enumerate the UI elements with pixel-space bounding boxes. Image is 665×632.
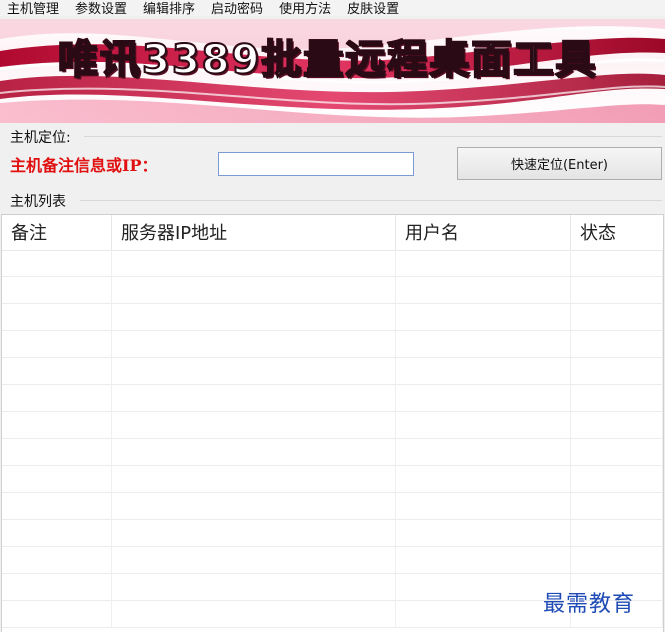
host-list-group-label: 主机列表 xyxy=(10,191,70,211)
table-cell xyxy=(2,358,112,385)
table-cell xyxy=(571,466,663,493)
table-cell xyxy=(112,439,396,466)
locate-group-label: 主机定位: xyxy=(10,127,75,147)
table-cell xyxy=(396,520,571,547)
table-row[interactable] xyxy=(2,493,663,520)
table-cell xyxy=(2,250,112,277)
table-row[interactable] xyxy=(2,250,663,277)
table-cell xyxy=(2,304,112,331)
table-cell xyxy=(112,547,396,574)
table-cell xyxy=(2,412,112,439)
table-row[interactable] xyxy=(2,439,663,466)
table-cell xyxy=(396,358,571,385)
table-cell xyxy=(571,439,663,466)
table-row[interactable] xyxy=(2,385,663,412)
table-row[interactable] xyxy=(2,358,663,385)
locate-field-label: 主机备注信息或IP： xyxy=(10,156,158,175)
table-cell xyxy=(571,250,663,277)
table-cell xyxy=(2,601,112,628)
menu-item-skin-settings[interactable]: 皮肤设置 xyxy=(339,3,407,16)
host-search-input[interactable] xyxy=(218,152,414,176)
table-cell xyxy=(2,277,112,304)
table-cell xyxy=(112,520,396,547)
table-cell xyxy=(112,466,396,493)
table-cell xyxy=(571,331,663,358)
table-cell xyxy=(396,493,571,520)
host-list-header: 备注 服务器IP地址 用户名 状态 xyxy=(2,215,663,251)
table-cell xyxy=(571,412,663,439)
table-row[interactable] xyxy=(2,520,663,547)
table-cell xyxy=(2,439,112,466)
host-list-group-divider xyxy=(80,200,662,201)
table-cell xyxy=(112,331,396,358)
table-row[interactable] xyxy=(2,412,663,439)
table-cell xyxy=(112,304,396,331)
table-row[interactable] xyxy=(2,331,663,358)
table-row[interactable] xyxy=(2,547,663,574)
table-cell xyxy=(571,304,663,331)
menu-item-host-management[interactable]: 主机管理 xyxy=(0,3,67,16)
table-cell xyxy=(112,385,396,412)
table-cell xyxy=(396,439,571,466)
locate-group-divider xyxy=(84,136,662,137)
quick-locate-button[interactable]: 快速定位(Enter) xyxy=(457,147,662,180)
column-header-username[interactable]: 用户名 xyxy=(396,215,571,250)
menu-item-usage-method[interactable]: 使用方法 xyxy=(271,3,339,16)
table-cell xyxy=(396,466,571,493)
table-cell xyxy=(571,520,663,547)
table-cell xyxy=(396,547,571,574)
table-row[interactable] xyxy=(2,466,663,493)
table-cell xyxy=(571,385,663,412)
table-cell xyxy=(396,250,571,277)
menu-item-edit-sort[interactable]: 编辑排序 xyxy=(135,3,203,16)
table-cell xyxy=(2,547,112,574)
table-row[interactable] xyxy=(2,277,663,304)
table-cell xyxy=(571,277,663,304)
banner-title: 唯讯3389批量远程桌面工具 xyxy=(57,36,598,84)
table-cell xyxy=(396,304,571,331)
table-cell xyxy=(112,412,396,439)
table-cell xyxy=(112,574,396,601)
table-cell xyxy=(2,331,112,358)
table-cell xyxy=(2,520,112,547)
table-cell xyxy=(2,493,112,520)
table-cell xyxy=(396,385,571,412)
column-header-server-ip[interactable]: 服务器IP地址 xyxy=(112,215,396,250)
column-header-status[interactable]: 状态 xyxy=(571,215,663,250)
app-banner: 唯讯3389批量远程桌面工具 xyxy=(0,19,665,123)
table-cell xyxy=(571,547,663,574)
table-cell xyxy=(112,358,396,385)
table-row[interactable] xyxy=(2,304,663,331)
host-list-table[interactable]: 备注 服务器IP地址 用户名 状态 xyxy=(1,214,664,632)
table-cell xyxy=(571,493,663,520)
table-cell xyxy=(396,277,571,304)
menu-item-startup-password[interactable]: 启动密码 xyxy=(203,3,271,16)
table-cell xyxy=(112,250,396,277)
menu-bar: 主机管理 参数设置 编辑排序 启动密码 使用方法 皮肤设置 xyxy=(0,0,665,16)
table-cell xyxy=(396,412,571,439)
table-cell xyxy=(112,277,396,304)
table-cell xyxy=(112,493,396,520)
table-cell xyxy=(2,574,112,601)
menu-item-parameter-settings[interactable]: 参数设置 xyxy=(67,3,135,16)
table-cell xyxy=(571,358,663,385)
column-header-remark[interactable]: 备注 xyxy=(2,215,112,250)
table-cell xyxy=(2,466,112,493)
table-cell xyxy=(112,601,396,628)
watermark-text: 最需教育 xyxy=(543,592,636,617)
table-cell xyxy=(396,331,571,358)
table-cell xyxy=(2,385,112,412)
